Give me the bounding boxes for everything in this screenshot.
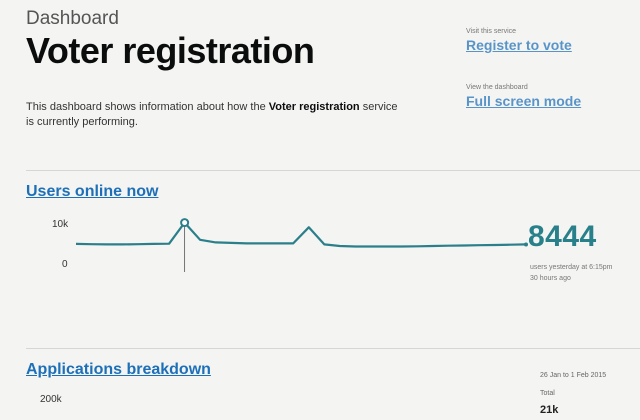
users-online-chart[interactable] (40, 212, 528, 292)
description-text-start: This dashboard shows information about h… (26, 101, 269, 113)
page-description: This dashboard shows information about h… (26, 100, 406, 130)
view-dashboard-caption: View the dashboard (466, 84, 528, 91)
users-online-note: users yesterday at 6:15pm 30 hours ago (530, 262, 640, 284)
section-divider-2 (26, 348, 640, 349)
register-to-vote-link[interactable]: Register to vote (466, 37, 636, 53)
page-kicker: Dashboard (26, 8, 119, 29)
description-service-name: Voter registration (268, 101, 360, 113)
visit-service-block: Visit this service Register to vote (466, 28, 636, 53)
applications-total-value: 21k (540, 404, 559, 416)
users-time-ago-text: 30 hours ago (530, 275, 571, 282)
users-series-line (75, 221, 527, 248)
users-online-svg (75, 218, 528, 272)
dashboard-page: Dashboard Voter registration This dashbo… (0, 0, 640, 420)
applications-breakdown-link[interactable]: Applications breakdown (26, 361, 211, 379)
applications-y-tick-top: 200k (40, 394, 62, 405)
page-title: Voter registration (26, 30, 315, 71)
section-divider (26, 170, 640, 171)
view-dashboard-block: View the dashboard Full screen mode (466, 84, 636, 109)
users-online-count: 8444 (528, 220, 597, 253)
hover-point-marker[interactable] (180, 218, 190, 228)
applications-total-label: Total (540, 390, 555, 397)
users-yesterday-text: users yesterday at 6:15pm (530, 264, 613, 271)
users-online-link[interactable]: Users online now (26, 183, 158, 201)
applications-date-range: 26 Jan to 1 Feb 2015 (540, 372, 607, 379)
full-screen-mode-link[interactable]: Full screen mode (466, 93, 636, 109)
visit-service-caption: Visit this service (466, 28, 517, 35)
